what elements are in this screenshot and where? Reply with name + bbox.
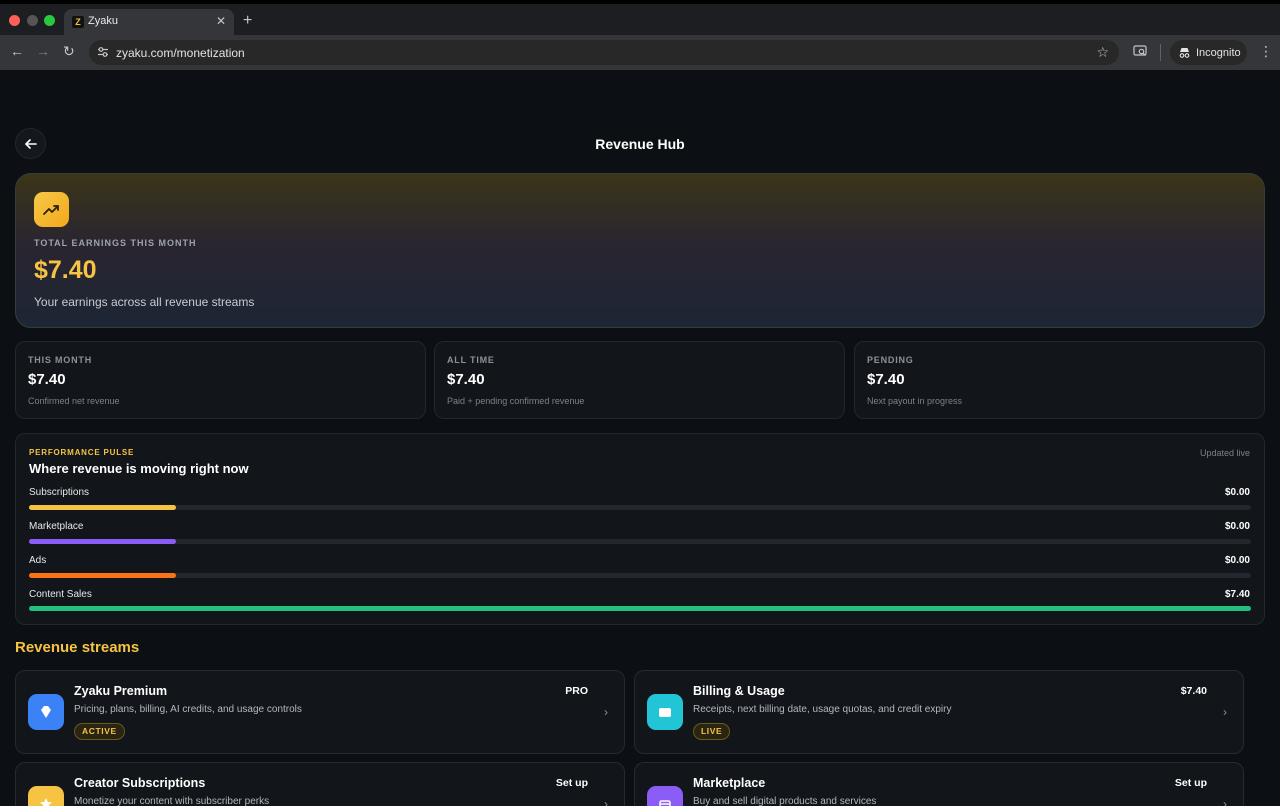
card-description: Receipts, next billing date, usage quota… — [693, 704, 952, 715]
stream-card-zyaku-premium[interactable]: Zyaku Premium Pricing, plans, billing, A… — [15, 670, 625, 754]
chevron-right-icon: › — [1223, 797, 1227, 806]
browser-menu-icon[interactable]: ⋮ — [1259, 44, 1273, 58]
chevron-right-icon: › — [604, 705, 608, 719]
incognito-indicator[interactable]: Incognito — [1170, 40, 1247, 65]
pulse-row-value: $0.00 — [1224, 487, 1250, 498]
stream-card-billing-usage[interactable]: Billing & Usage Receipts, next billing d… — [634, 670, 1244, 754]
toolbar-divider — [1160, 44, 1161, 61]
window-close-button[interactable] — [9, 15, 20, 26]
status-badge: LIVE — [693, 723, 731, 740]
url-text: zyaku.com/monetization — [116, 46, 245, 60]
address-bar[interactable]: zyaku.com/monetization ☆ — [89, 40, 1119, 65]
pulse-row-name: Marketplace — [29, 521, 84, 532]
card-title: Marketplace — [693, 776, 766, 790]
pulse-row-name: Content Sales — [29, 589, 92, 600]
pulse-progress-track — [29, 539, 1251, 544]
stat-label: THIS MONTH — [28, 355, 92, 365]
diamond-icon — [28, 694, 64, 730]
stat-value: $7.40 — [28, 371, 66, 388]
site-settings-icon[interactable] — [97, 46, 109, 58]
pulse-progress-fill — [29, 573, 176, 578]
performance-pulse-panel: PERFORMANCE PULSE Where revenue is movin… — [15, 433, 1265, 625]
incognito-label: Incognito — [1196, 47, 1241, 59]
tab-title: Zyaku — [88, 15, 118, 27]
stat-subtitle: Paid + pending confirmed revenue — [447, 396, 585, 406]
window-maximize-button[interactable] — [44, 15, 55, 26]
card-title: Zyaku Premium — [74, 684, 168, 698]
stat-subtitle: Next payout in progress — [867, 396, 963, 406]
pulse-row-name: Subscriptions — [29, 487, 90, 498]
chevron-right-icon: › — [604, 797, 608, 806]
browser-tab-bar: Z Zyaku ✕ + — [0, 0, 1280, 35]
stat-label: PENDING — [867, 355, 914, 365]
section-title-revenue-streams: Revenue streams — [15, 639, 140, 656]
close-tab-icon[interactable]: ✕ — [216, 14, 226, 28]
card-tag: PRO — [565, 685, 588, 697]
pulse-row-value: $0.00 — [1224, 555, 1250, 566]
status-badge: ACTIVE — [74, 723, 125, 740]
card-title: Billing & Usage — [693, 684, 785, 698]
card-description: Pricing, plans, billing, AI credits, and… — [74, 704, 302, 715]
pulse-progress-fill — [29, 606, 1251, 611]
pulse-progress-track — [29, 573, 1251, 578]
new-tab-icon[interactable]: + — [243, 13, 252, 29]
store-icon — [647, 786, 683, 806]
browser-tab[interactable]: Z Zyaku ✕ — [64, 9, 234, 35]
pulse-updated-label: Updated live — [1199, 448, 1250, 458]
back-nav-icon[interactable]: ← — [10, 43, 24, 59]
total-earnings-amount: $7.40 — [34, 256, 97, 284]
stat-card-all-time: ALL TIME $7.40 Paid + pending confirmed … — [434, 341, 845, 419]
card-description: Monetize your content with subscriber pe… — [74, 796, 270, 806]
stat-value: $7.40 — [867, 371, 905, 388]
stat-label: ALL TIME — [447, 355, 495, 365]
total-earnings-subtitle: Your earnings across all revenue streams — [34, 295, 255, 309]
browser-toolbar: ← → ↻ zyaku.com/monetization ☆ Incognito… — [0, 35, 1280, 70]
incognito-icon — [1179, 48, 1190, 58]
stat-card-this-month: THIS MONTH $7.40 Confirmed net revenue — [15, 341, 426, 419]
pulse-progress-track — [29, 505, 1251, 510]
bookmark-star-icon[interactable]: ☆ — [1096, 44, 1109, 61]
card-tag: $7.40 — [1180, 685, 1207, 697]
page-title: Revenue Hub — [595, 136, 685, 152]
pulse-row-value: $0.00 — [1224, 521, 1250, 532]
card-description: Buy and sell digital products and servic… — [693, 796, 877, 806]
reload-icon[interactable]: ↻ — [63, 43, 75, 60]
star-icon — [28, 786, 64, 806]
card-title: Creator Subscriptions — [74, 776, 206, 790]
chevron-right-icon: › — [1223, 705, 1227, 719]
wallet-icon — [647, 694, 683, 730]
stat-subtitle: Confirmed net revenue — [28, 396, 120, 406]
stream-card-creator-subscriptions[interactable]: Creator Subscriptions Monetize your cont… — [15, 762, 625, 806]
pulse-title: Where revenue is moving right now — [29, 461, 249, 476]
stat-card-pending: PENDING $7.40 Next payout in progress — [854, 341, 1265, 419]
tab-search-icon[interactable] — [1133, 44, 1147, 58]
total-earnings-card: TOTAL EARNINGS THIS MONTH $7.40 Your ear… — [15, 173, 1265, 328]
setup-button[interactable]: Set up — [556, 777, 588, 789]
setup-button[interactable]: Set up — [1175, 777, 1207, 789]
forward-nav-icon[interactable]: → — [36, 43, 50, 59]
pulse-kicker: PERFORMANCE PULSE — [29, 448, 135, 457]
favicon-icon: Z — [72, 16, 84, 28]
stat-value: $7.40 — [447, 371, 485, 388]
pulse-progress-fill — [29, 539, 176, 544]
window-minimize-button[interactable] — [27, 15, 38, 26]
total-earnings-label: TOTAL EARNINGS THIS MONTH — [34, 238, 197, 248]
trending-up-icon — [34, 192, 69, 227]
pulse-progress-track — [29, 606, 1251, 611]
pulse-progress-fill — [29, 505, 176, 510]
pulse-row-name: Ads — [29, 555, 47, 566]
stream-card-marketplace[interactable]: Marketplace Buy and sell digital product… — [634, 762, 1244, 806]
pulse-row-value: $7.40 — [1224, 589, 1250, 600]
